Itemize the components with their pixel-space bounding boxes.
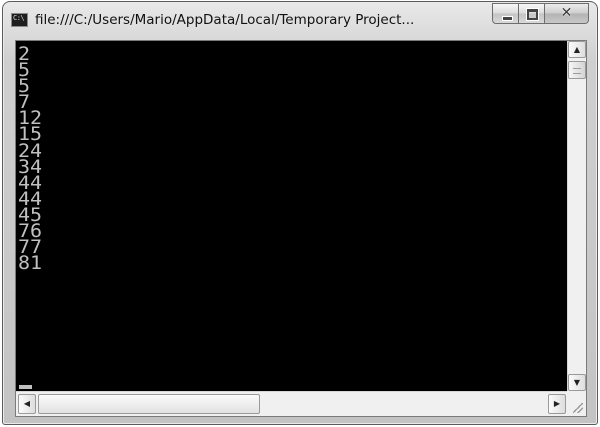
scroll-down-button[interactable]: ▼ — [568, 374, 586, 391]
scroll-left-button[interactable]: ◀ — [18, 394, 36, 414]
console-lines: 2 5 5 7 12 15 24 34 44 44 45 76 77 81 — [18, 44, 43, 274]
maximize-icon — [526, 8, 539, 21]
title-bar[interactable]: C:\ file:///C:/Users/Mario/AppData/Local… — [3, 2, 597, 38]
caption-buttons: ✕ — [492, 3, 589, 24]
maximize-button[interactable] — [519, 3, 545, 24]
arrow-down-icon: ▼ — [573, 378, 581, 387]
scroll-up-button[interactable]: ▲ — [568, 41, 586, 58]
close-icon: ✕ — [560, 5, 573, 21]
arrow-left-icon: ◀ — [23, 399, 31, 408]
console-client-area: 2 5 5 7 12 15 24 34 44 44 45 76 77 81 ▲ ▼ ◀ ▶ — [15, 40, 587, 417]
console-icon-text: C:\ — [13, 14, 25, 22]
arrow-up-icon: ▲ — [573, 45, 581, 54]
console-window-icon[interactable]: C:\ — [11, 13, 28, 27]
minimize-button[interactable] — [492, 3, 519, 24]
console-output[interactable]: 2 5 5 7 12 15 24 34 44 44 45 76 77 81 — [16, 41, 568, 391]
scroll-right-button[interactable]: ▶ — [548, 394, 566, 414]
vertical-scrollbar[interactable]: ▲ ▼ — [567, 41, 586, 391]
close-button[interactable]: ✕ — [545, 3, 589, 24]
horizontal-scroll-thumb[interactable] — [38, 394, 260, 414]
console-cursor — [19, 385, 32, 389]
arrow-right-icon: ▶ — [553, 399, 561, 408]
vertical-scroll-thumb[interactable] — [568, 61, 586, 79]
console-line: 81 — [18, 251, 43, 274]
window-title: file:///C:/Users/Mario/AppData/Local/Tem… — [35, 12, 415, 28]
horizontal-scrollbar[interactable]: ◀ ▶ — [16, 391, 568, 416]
console-window: C:\ file:///C:/Users/Mario/AppData/Local… — [2, 1, 598, 425]
minimize-icon — [502, 16, 513, 21]
resize-grip[interactable] — [567, 391, 586, 416]
